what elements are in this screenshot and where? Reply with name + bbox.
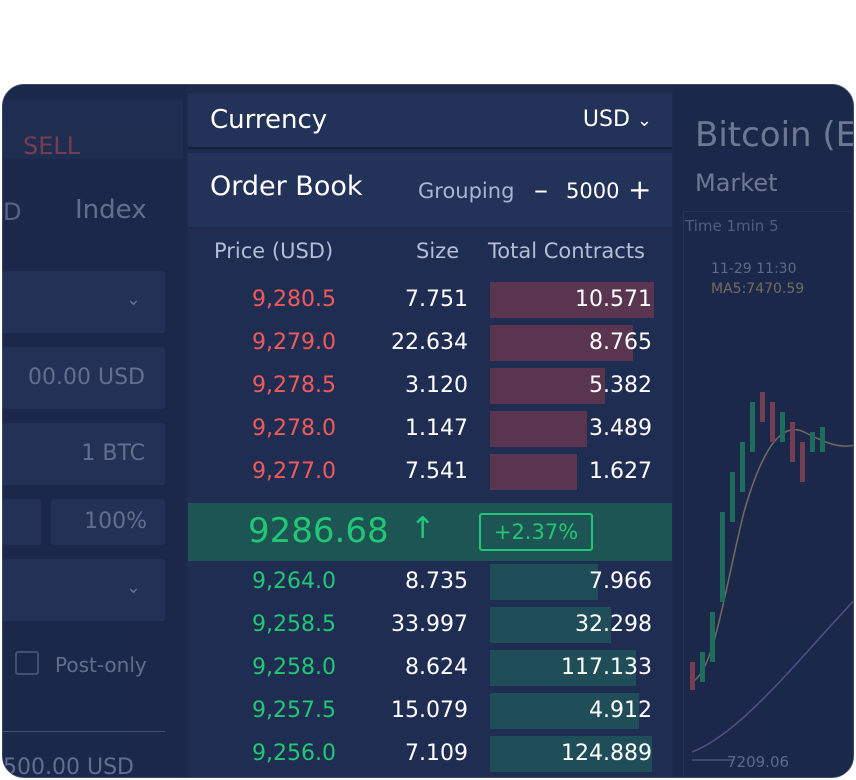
grouping-decrease-button[interactable]: – [534, 173, 548, 206]
last-price-bar: 9286.68 ↑ +2.37% [188, 503, 672, 561]
order-total: 500.00 USD [3, 755, 134, 778]
percent-value: 100% [84, 509, 147, 534]
order-type-tab-partial[interactable]: D [3, 198, 21, 226]
ask-price: 9,278.5 [252, 373, 336, 398]
bid-price: 9,256.0 [252, 741, 336, 766]
bid-row[interactable]: 9,264.0 8.735 7.966 [188, 563, 672, 601]
sell-tab[interactable]: SELL [3, 99, 183, 160]
bid-price: 9,258.5 [252, 612, 336, 637]
bid-row[interactable]: 9,258.0 8.624 117.133 [188, 649, 672, 687]
chevron-down-icon: ⌄ [125, 577, 141, 598]
column-header-total: Total Contracts [488, 239, 645, 263]
amount-input[interactable]: 00.00 USD [3, 347, 165, 409]
ask-total: 1.627 [589, 459, 652, 484]
amount-value: 00.00 USD [28, 365, 145, 390]
ask-price: 9,280.5 [252, 287, 336, 312]
bid-row[interactable]: 9,258.5 33.997 32.298 [188, 606, 672, 644]
ask-size: 1.147 [405, 416, 468, 441]
arrow-up-icon: ↑ [410, 511, 436, 546]
divider [3, 731, 165, 732]
post-only-label: Post-only [55, 653, 147, 677]
app-window: SELL D Index ⌄ 00.00 USD 1 BTC 100% ⌄ Po… [2, 84, 854, 778]
ask-total: 3.489 [589, 416, 652, 441]
order-form-panel: SELL D Index ⌄ 00.00 USD 1 BTC 100% ⌄ Po… [3, 85, 186, 778]
chevron-down-icon: ⌄ [636, 110, 652, 131]
quantity-input[interactable]: 1 BTC [3, 423, 165, 485]
ask-price: 9,277.0 [252, 459, 336, 484]
ask-row[interactable]: 9,277.0 7.541 1.627 [188, 453, 672, 491]
percent-button[interactable]: 100% [51, 499, 165, 545]
ask-size: 22.634 [391, 330, 468, 355]
ask-depth-bar [490, 454, 577, 490]
quantity-value: 1 BTC [81, 441, 145, 466]
ask-price: 9,278.0 [252, 416, 336, 441]
bid-size: 8.624 [405, 655, 468, 680]
order-book-panel: Currency USD ⌄ Order Book Grouping – 500… [188, 93, 672, 777]
ask-total: 10.571 [575, 287, 652, 312]
index-tab[interactable]: Index [75, 195, 147, 225]
grouping-increase-button[interactable]: + [628, 173, 651, 206]
bid-size: 33.997 [391, 612, 468, 637]
chart-low-label: 7209.06 [727, 753, 790, 771]
bid-size: 15.079 [391, 698, 468, 723]
grouping-label: Grouping [418, 179, 515, 203]
bid-row[interactable]: 9,256.0 7.109 124.889 [188, 735, 672, 773]
ask-price: 9,279.0 [252, 330, 336, 355]
ask-size: 7.541 [405, 459, 468, 484]
order-type-select[interactable]: ⌄ [3, 271, 165, 333]
chart-interval-tabs[interactable]: Time 1min 5 [685, 217, 779, 235]
column-header-price: Price (USD) [214, 239, 334, 263]
currency-bar: Currency USD ⌄ [188, 93, 672, 149]
bid-total: 124.889 [561, 741, 652, 766]
currency-label: Currency [210, 105, 328, 135]
price-change-badge: +2.37% [479, 513, 593, 551]
bid-price: 9,264.0 [252, 569, 336, 594]
ask-depth-bar [490, 368, 605, 404]
ask-size: 3.120 [405, 373, 468, 398]
post-only-checkbox[interactable] [15, 651, 39, 675]
chart-panel: Bitcoin (E Market Time 1min 5 11-29 11:3… [673, 85, 854, 777]
chart-title: Bitcoin (E [695, 115, 854, 155]
sell-tab-label: SELL [23, 132, 81, 160]
ask-row[interactable]: 9,279.0 22.634 8.765 [188, 324, 672, 362]
ask-size: 7.751 [405, 287, 468, 312]
bid-total: 7.966 [589, 569, 652, 594]
percent-slider-track[interactable] [3, 499, 41, 545]
last-price: 9286.68 [248, 511, 389, 551]
ask-total: 5.382 [589, 373, 652, 398]
grouping-value: 5000 [566, 179, 620, 203]
ask-total: 8.765 [589, 330, 652, 355]
time-in-force-select[interactable]: ⌄ [3, 559, 165, 621]
bid-size: 8.735 [405, 569, 468, 594]
ask-row[interactable]: 9,278.5 3.120 5.382 [188, 367, 672, 405]
chevron-down-icon: ⌄ [125, 289, 141, 310]
ask-row[interactable]: 9,280.5 7.751 10.571 [188, 281, 672, 319]
bid-total: 117.133 [561, 655, 652, 680]
bid-depth-bar [490, 564, 598, 600]
order-book-header: Order Book Grouping – 5000 + [188, 153, 672, 227]
currency-select-value: USD [582, 107, 630, 132]
ask-depth-bar [490, 411, 587, 447]
column-header-size: Size [416, 239, 460, 263]
bid-size: 7.109 [405, 741, 468, 766]
bid-price: 9,257.5 [252, 698, 336, 723]
bid-total: 4.912 [589, 698, 652, 723]
market-tab[interactable]: Market [695, 169, 778, 197]
currency-select[interactable]: USD ⌄ [583, 107, 652, 132]
bid-price: 9,258.0 [252, 655, 336, 680]
order-book-title: Order Book [210, 171, 363, 202]
bid-total: 32.298 [575, 612, 652, 637]
ask-row[interactable]: 9,278.0 1.147 3.489 [188, 410, 672, 448]
bid-row[interactable]: 9,257.5 15.079 4.912 [188, 692, 672, 730]
chart-time-label: 11-29 11:30 [711, 261, 797, 277]
chart-ma-label: MA5:7470.59 [711, 281, 805, 297]
